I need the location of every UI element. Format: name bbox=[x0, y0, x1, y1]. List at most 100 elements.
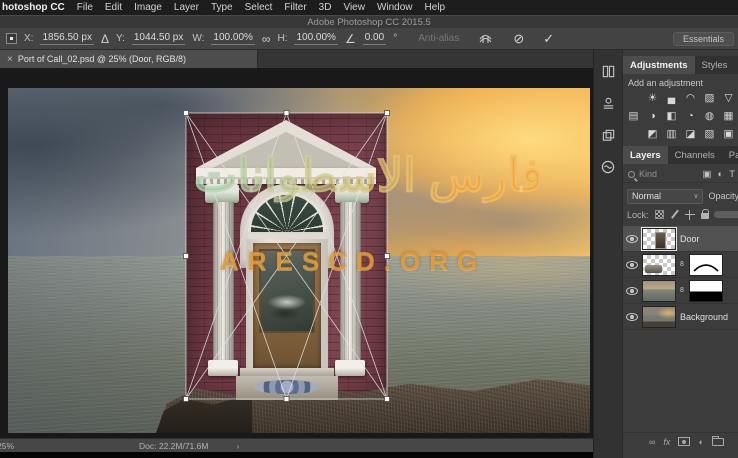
curves-icon[interactable]: ◠ bbox=[684, 92, 697, 104]
layer-name[interactable]: Door bbox=[680, 234, 700, 244]
layer-row-sky[interactable]: 8 bbox=[623, 278, 738, 304]
status-bar: 25% Doc: 22.2M/71.6M › bbox=[0, 438, 593, 452]
link-layers-icon[interactable]: ∞ bbox=[649, 437, 655, 447]
filter-pixel-layers-icon[interactable]: ▣ bbox=[702, 169, 711, 180]
tab-styles[interactable]: Styles bbox=[695, 56, 735, 74]
menu-item-view[interactable]: View bbox=[343, 2, 365, 13]
commit-transform-button[interactable]: ✓ bbox=[543, 31, 554, 47]
layer-row-background[interactable]: Background bbox=[623, 304, 738, 330]
x-value-field[interactable]: 1856.50 px bbox=[40, 32, 94, 45]
invert-icon[interactable]: ◩ bbox=[646, 128, 659, 140]
y-label: Y: bbox=[116, 33, 125, 44]
document-canvas[interactable]: فارس الاسطوانات ARESCD.ORG bbox=[8, 88, 590, 433]
w-value-field[interactable]: 100.00% bbox=[211, 32, 254, 45]
vibrance-icon[interactable]: ▽ bbox=[722, 92, 735, 104]
mask-link-icon[interactable]: 8 bbox=[680, 261, 685, 268]
close-tab-icon[interactable]: × bbox=[7, 54, 13, 65]
reference-point-icon[interactable] bbox=[6, 33, 17, 44]
visibility-toggle-icon[interactable] bbox=[626, 235, 638, 243]
menu-item-file[interactable]: File bbox=[77, 2, 93, 13]
visibility-toggle-icon[interactable] bbox=[626, 287, 638, 295]
layer-mask-thumbnail[interactable] bbox=[689, 254, 723, 276]
libraries-panel-icon[interactable] bbox=[599, 62, 617, 80]
warp-mode-icon[interactable] bbox=[476, 30, 494, 48]
brightness-contrast-icon[interactable]: ☀ bbox=[646, 92, 659, 104]
menu-item-edit[interactable]: Edit bbox=[105, 2, 122, 13]
layer-row-rock[interactable]: 8 bbox=[623, 252, 738, 278]
blend-mode-value: Normal bbox=[632, 191, 661, 201]
menu-item-window[interactable]: Window bbox=[377, 2, 413, 13]
menu-item-type[interactable]: Type bbox=[211, 2, 233, 13]
zoom-level-field[interactable]: 25% bbox=[0, 441, 29, 451]
layers-panel-bottom-bar: ∞ fx ◐ bbox=[623, 432, 738, 450]
black-white-icon[interactable]: ◧ bbox=[665, 110, 678, 122]
menu-item-help[interactable]: Help bbox=[425, 2, 446, 13]
levels-icon[interactable]: ▄ bbox=[665, 92, 678, 104]
panel-dock-strip bbox=[593, 50, 622, 458]
tab-paths[interactable]: Paths bbox=[722, 146, 738, 164]
workspace-switcher[interactable]: Essentials bbox=[673, 32, 734, 46]
layer-thumbnail[interactable] bbox=[642, 254, 676, 276]
layer-effects-icon[interactable]: fx bbox=[663, 437, 670, 447]
y-value-field[interactable]: 1044.50 px bbox=[132, 32, 186, 45]
link-dimensions-icon[interactable]: ∞ bbox=[262, 32, 271, 46]
layer-thumbnail[interactable] bbox=[642, 306, 676, 328]
status-options-chevron[interactable]: › bbox=[236, 441, 239, 451]
new-group-icon[interactable] bbox=[712, 438, 724, 446]
lock-label: Lock: bbox=[627, 210, 649, 220]
color-balance-icon[interactable]: ◑ bbox=[646, 110, 659, 122]
x-label: X: bbox=[24, 33, 33, 44]
selective-color-icon[interactable]: ▣ bbox=[722, 128, 735, 140]
lock-pixels-icon[interactable] bbox=[670, 209, 679, 220]
blend-mode-select[interactable]: Normal ∨ bbox=[627, 189, 703, 204]
threshold-icon[interactable]: ◪ bbox=[684, 128, 697, 140]
mask-link-icon[interactable]: 8 bbox=[680, 287, 685, 294]
layer-thumbnail[interactable] bbox=[642, 228, 676, 250]
tab-layers[interactable]: Layers bbox=[623, 146, 668, 164]
anti-alias-label: Anti-alias bbox=[418, 33, 459, 44]
h-value-field[interactable]: 100.00% bbox=[294, 32, 337, 45]
photo-filter-icon[interactable]: ◔ bbox=[684, 110, 697, 122]
lock-all-icon[interactable] bbox=[701, 213, 709, 219]
layer-row-door[interactable]: Door bbox=[623, 226, 738, 252]
h-label: H: bbox=[277, 33, 287, 44]
lock-position-icon[interactable] bbox=[685, 210, 695, 220]
channel-mixer-icon[interactable]: ◍ bbox=[703, 110, 716, 122]
layer-name[interactable]: Background bbox=[680, 312, 728, 322]
document-tab[interactable]: × Port of Call_02.psd @ 25% (Door, RGB/8… bbox=[0, 50, 258, 68]
menu-item-layer[interactable]: Layer bbox=[174, 2, 199, 13]
visibility-toggle-icon[interactable] bbox=[626, 261, 638, 269]
rotation-value-field[interactable]: 0.00 bbox=[363, 32, 386, 45]
filter-kind-label[interactable]: Kind bbox=[639, 169, 657, 179]
delta-icon[interactable]: Δ bbox=[101, 32, 109, 46]
layer-filter-row: Kind ▣ ◐ T bbox=[623, 166, 738, 183]
hue-saturation-icon[interactable]: ▤ bbox=[627, 110, 640, 122]
gradient-map-icon[interactable]: ▧ bbox=[703, 128, 716, 140]
histogram-panel-icon[interactable] bbox=[599, 94, 617, 112]
new-adjustment-layer-icon[interactable]: ◐ bbox=[698, 437, 703, 447]
visibility-toggle-icon[interactable] bbox=[626, 313, 638, 321]
layer-thumbnail[interactable] bbox=[642, 280, 676, 302]
exposure-icon[interactable]: ▨ bbox=[703, 92, 716, 104]
menu-item-3d[interactable]: 3D bbox=[319, 2, 332, 13]
filter-type-layers-icon[interactable]: T bbox=[729, 169, 735, 180]
fill-slider-track[interactable] bbox=[714, 211, 738, 218]
add-layer-mask-icon[interactable] bbox=[678, 437, 690, 446]
menu-item-select[interactable]: Select bbox=[245, 2, 273, 13]
clone-source-panel-icon[interactable] bbox=[599, 126, 617, 144]
lock-transparency-icon[interactable] bbox=[655, 210, 664, 219]
cancel-transform-button[interactable]: ⊘ bbox=[513, 31, 524, 47]
menu-bar: hotoshop CC File Edit Image Layer Type S… bbox=[0, 0, 738, 15]
creative-cloud-icon[interactable] bbox=[599, 158, 617, 176]
opacity-label: Opacity bbox=[708, 191, 738, 201]
panels-column: Adjustments Styles Add an adjustment ☀ ▄… bbox=[622, 50, 738, 458]
tab-channels[interactable]: Channels bbox=[668, 146, 722, 164]
posterize-icon[interactable]: ▥ bbox=[665, 128, 678, 140]
tab-adjustments[interactable]: Adjustments bbox=[623, 56, 695, 74]
menu-item-filter[interactable]: Filter bbox=[284, 2, 306, 13]
color-lookup-icon[interactable]: ▦ bbox=[722, 110, 735, 122]
menu-item-image[interactable]: Image bbox=[134, 2, 162, 13]
layer-mask-thumbnail[interactable] bbox=[689, 280, 723, 302]
filter-adjustment-layers-icon[interactable]: ◐ bbox=[717, 169, 723, 180]
adjustments-tab-bar: Adjustments Styles bbox=[623, 56, 738, 74]
